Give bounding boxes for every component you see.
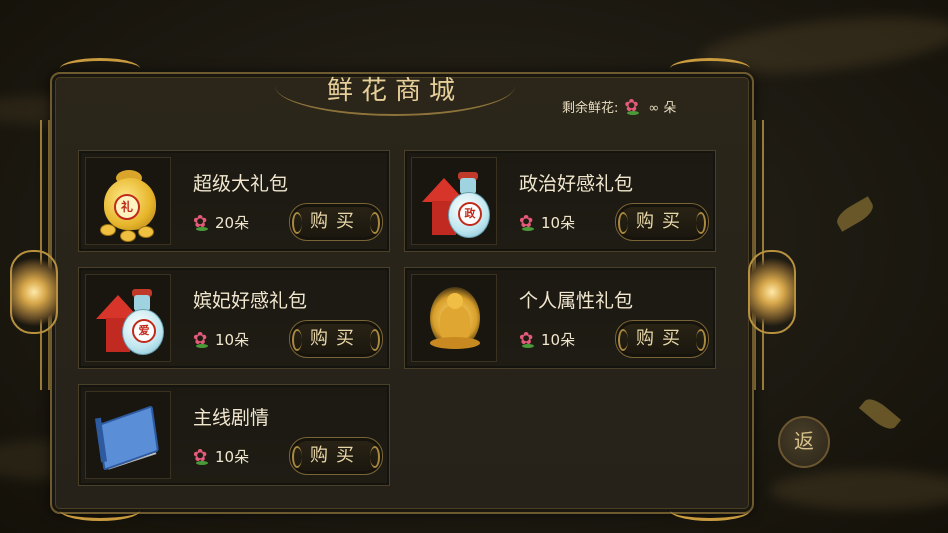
buy-button[interactable]: 购买: [289, 203, 383, 241]
background-swirl: [770, 470, 948, 510]
flower-icon: [193, 212, 211, 232]
item-icon-frame: 政: [411, 157, 497, 245]
leaf-decoration: [858, 394, 902, 434]
item-name: 个人属性礼包: [519, 290, 634, 312]
item-price: 10朵: [519, 329, 575, 350]
item-name: 政治好感礼包: [519, 173, 634, 195]
item-price: 10朵: [193, 329, 249, 350]
item-icon-frame: 爱: [85, 274, 171, 362]
leaf-decoration: [833, 196, 877, 232]
item-icon-frame: 礼: [85, 157, 171, 245]
buy-button[interactable]: 购买: [289, 320, 383, 358]
item-name: 超级大礼包: [193, 173, 289, 195]
remaining-label: 剩余鲜花:: [562, 101, 619, 116]
item-name: 主线剧情: [193, 407, 270, 429]
item-icon-frame: [411, 274, 497, 362]
shop-item-card: 个人属性礼包 10朵 购买: [404, 267, 716, 369]
flower-icon: [193, 329, 211, 349]
shop-item-card: 政 政治好感礼包 10朵 购买: [404, 150, 716, 252]
frame-ornament: [60, 58, 140, 79]
item-price: 20朵: [193, 212, 249, 233]
flower-icon: [193, 446, 211, 466]
frame-ornament: [60, 500, 140, 521]
item-name: 嫔妃好感礼包: [193, 290, 308, 312]
page-title: 鲜花商城: [326, 76, 463, 106]
item-price: 10朵: [193, 446, 249, 467]
glow-orb-ornament-right: [748, 250, 796, 334]
price-value: 20朵: [215, 214, 250, 232]
glow-orb-ornament-left: [10, 250, 58, 334]
flower-icon: [519, 329, 537, 349]
frame-ornament: [670, 500, 750, 521]
remaining-value: ∞ 朵: [648, 101, 677, 116]
item-price: 10朵: [519, 212, 575, 233]
price-value: 10朵: [541, 214, 576, 232]
price-value: 10朵: [215, 331, 250, 349]
shop-item-card: 礼 超级大礼包 20朵 购买: [78, 150, 390, 252]
shop-item-card: 爱 嫔妃好感礼包 10朵 购买: [78, 267, 390, 369]
flower-icon: [519, 212, 537, 232]
item-icon-frame: [85, 391, 171, 479]
price-value: 10朵: [541, 331, 576, 349]
back-button[interactable]: 返: [778, 416, 830, 468]
shop-item-card: 主线剧情 10朵 购买: [78, 384, 390, 486]
flower-icon: [624, 96, 642, 116]
buy-button[interactable]: 购买: [615, 203, 709, 241]
remaining-flowers: 剩余鲜花: ∞ 朵: [562, 96, 677, 117]
buy-button[interactable]: 购买: [289, 437, 383, 475]
buy-button[interactable]: 购买: [615, 320, 709, 358]
price-value: 10朵: [215, 448, 250, 466]
frame-ornament: [670, 58, 750, 79]
